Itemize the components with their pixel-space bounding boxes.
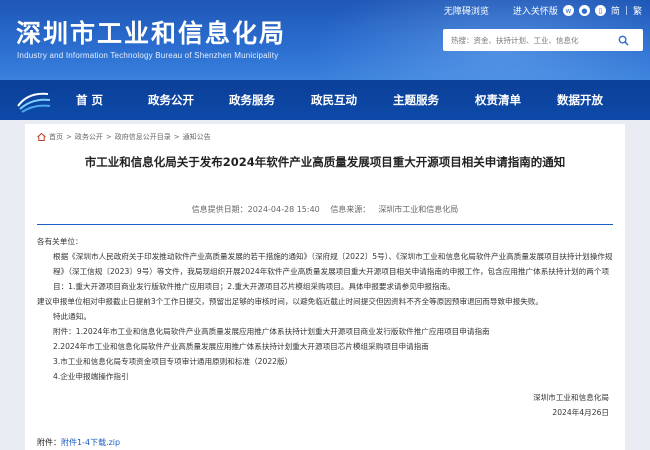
source-value: 深圳市工业和信息化局 <box>378 205 459 214</box>
search-input[interactable] <box>443 35 613 45</box>
paragraph: 特此通知。 <box>53 312 91 321</box>
care-mode-link[interactable]: 进入关怀版 <box>513 4 558 17</box>
article-title: 市工业和信息化局关于发布2024年软件产业高质量发展项目重大开源项目相关申请指南… <box>84 155 566 169</box>
emblem-icon <box>14 86 54 114</box>
main-nav: 首 页 政务公开 政务服务 政民互动 主题服务 权责清单 数据开放 <box>0 80 650 120</box>
sign-date: 2024年4月26日 <box>552 408 609 417</box>
attachment-item: 附件：1.2024年市工业和信息化局软件产业高质量发展应用推广体系扶持计划重大开… <box>53 327 490 336</box>
traditional-link[interactable]: 繁 <box>633 4 642 17</box>
site-header: 深圳市工业和信息化局 Industry and Information Tech… <box>0 0 650 80</box>
attachment-row: 附件：附件1-4下载.zip <box>37 437 120 448</box>
attachment-label: 附件： <box>37 438 61 447</box>
mobile-icon[interactable]: ▯ <box>594 5 606 16</box>
attachment-link[interactable]: 附件1-4下载.zip <box>61 438 120 447</box>
attachment-item: 2.2024年市工业和信息化局软件产业高质量发展应用推广体系扶持计划重大开源项目… <box>53 342 429 351</box>
nav-topic-services[interactable]: 主题服务 <box>393 92 439 108</box>
breadcrumb: 首页 > 政务公开 > 政府信息公开目录 > 通知公告 <box>37 132 211 142</box>
search-icon[interactable] <box>613 30 633 50</box>
article-body: 各有关单位： 根据《深圳市人民政府关于印发推动软件产业高质量发展的若干措施的通知… <box>37 234 615 420</box>
publish-date: 信息提供日期：2024-04-28 15:40 <box>191 205 320 214</box>
wechat-icon[interactable]: ● <box>578 5 590 16</box>
attachment-item: 4.企业申报端操作指引 <box>53 372 129 381</box>
simplified-link[interactable]: 简 <box>611 4 620 17</box>
site-subtitle: Industry and Information Technology Bure… <box>17 51 279 60</box>
accessible-link[interactable]: 无障碍浏览 <box>444 4 489 17</box>
search-box <box>443 29 643 51</box>
site-title: 深圳市工业和信息化局 <box>16 19 287 48</box>
nav-home[interactable]: 首 页 <box>76 92 103 108</box>
paragraph: 建议申报单位相对申报截止日提前3个工作日提交，预留出足够的审核时间，以避免临近截… <box>37 297 544 306</box>
salutation: 各有关单位： <box>37 237 83 246</box>
breadcrumb-gov-affairs[interactable]: 政务公开 <box>75 132 103 142</box>
attachment-item: 3.市工业和信息化局专项资金项目专项审计通用原则和标准（2022版） <box>53 357 293 366</box>
nav-gov-affairs[interactable]: 政务公开 <box>148 92 194 108</box>
signature: 深圳市工业和信息化局 <box>533 393 609 402</box>
nav-responsibility-list[interactable]: 权责清单 <box>475 92 521 108</box>
source-label: 信息来源： <box>330 205 371 214</box>
top-links: 无障碍浏览 进入关怀版 w ● ▯ 简 | 繁 <box>443 4 642 17</box>
weibo-icon[interactable]: w <box>562 5 574 16</box>
nav-interaction[interactable]: 政民互动 <box>311 92 357 108</box>
paragraph: 根据《深圳市人民政府关于印发推动软件产业高质量发展的若干措施的通知》（深府规〔2… <box>53 252 613 291</box>
article-card: 首页 > 政务公开 > 政府信息公开目录 > 通知公告 市工业和信息化局关于发布… <box>25 124 625 450</box>
breadcrumb-notices[interactable]: 通知公告 <box>183 132 211 142</box>
nav-gov-services[interactable]: 政务服务 <box>229 92 275 108</box>
breadcrumb-home[interactable]: 首页 <box>49 132 63 142</box>
home-icon <box>37 132 46 141</box>
article-meta: 信息提供日期：2024-04-28 15:40 信息来源： 深圳市工业和信息化局 <box>25 204 625 215</box>
title-divider <box>37 224 613 225</box>
breadcrumb-catalog[interactable]: 政府信息公开目录 <box>115 132 171 142</box>
nav-open-data[interactable]: 数据开放 <box>557 92 603 108</box>
